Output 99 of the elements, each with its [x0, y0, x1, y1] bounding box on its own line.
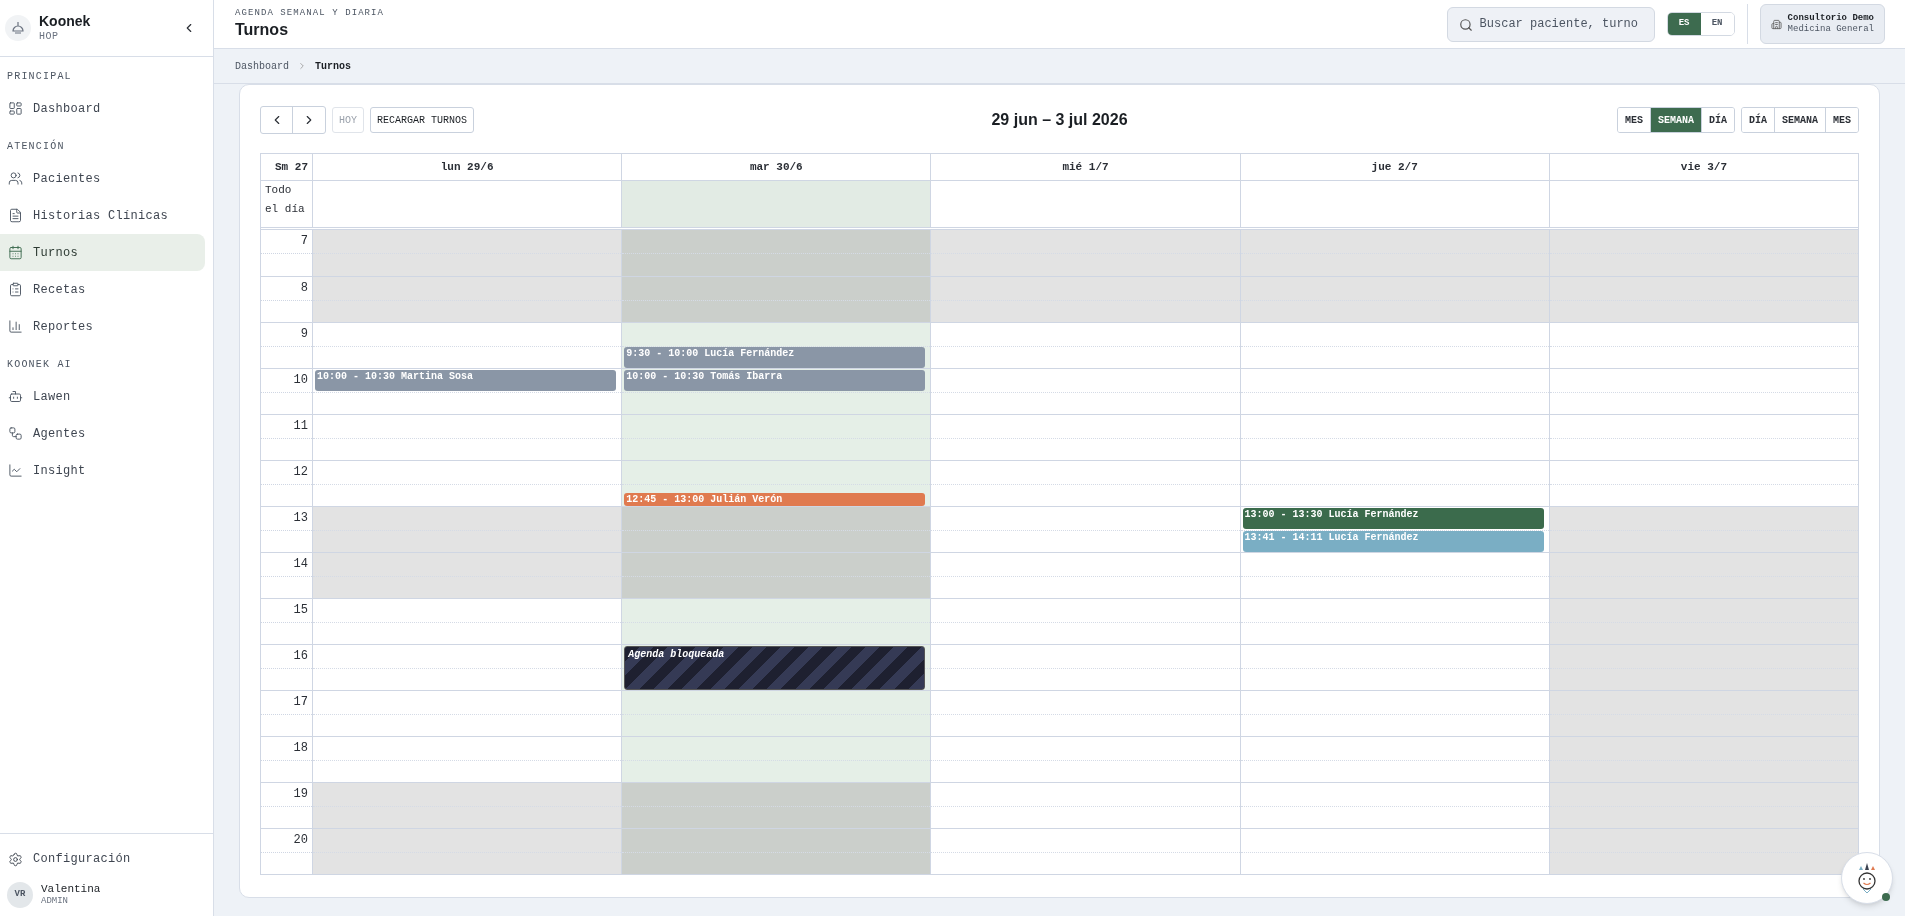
nav-item[interactable]: Insight	[0, 452, 205, 489]
all-day-label: Todo el día	[264, 183, 306, 217]
time-slot[interactable]	[313, 276, 622, 322]
time-slot[interactable]	[622, 230, 931, 276]
view-tab[interactable]: SEMANA	[1649, 108, 1701, 132]
hour-label: 10	[293, 372, 308, 389]
robot-icon	[8, 389, 23, 404]
week-number: Sm 27	[274, 159, 309, 175]
time-slot[interactable]	[622, 414, 931, 460]
users-icon	[8, 171, 23, 186]
user-avatar: VR	[7, 882, 33, 908]
time-slot[interactable]	[1549, 644, 1858, 690]
breadcrumb-item: Turnos	[315, 59, 352, 74]
grid-icon	[8, 101, 23, 116]
day-header: mar 30/6	[621, 154, 931, 180]
time-slot[interactable]	[622, 782, 931, 828]
hour-label: 17	[293, 694, 308, 711]
day-header: jue 2/7	[1239, 154, 1549, 180]
time-slot[interactable]	[622, 506, 931, 552]
time-slot[interactable]	[1549, 598, 1858, 644]
page-title: Turnos	[235, 19, 290, 40]
clinic-selector[interactable]: Consultorio Demo Medicina General	[1759, 4, 1885, 44]
time-slot[interactable]	[313, 782, 622, 828]
nav-item[interactable]: Reportes	[0, 308, 205, 345]
hour-label: 7	[300, 233, 308, 250]
hour-label: 15	[293, 602, 308, 619]
hour-label: 9	[300, 326, 308, 343]
settings-icon	[8, 851, 23, 867]
time-slot[interactable]	[1549, 552, 1858, 598]
line-chart-icon	[8, 463, 23, 478]
time-slot[interactable]	[313, 552, 622, 598]
hour-label: 16	[293, 648, 308, 665]
time-slot[interactable]	[1240, 276, 1549, 322]
appointment-event[interactable]: 13:00 - 13:30 Lucía Fernández	[1242, 508, 1544, 529]
nav-item[interactable]: Dashboard	[0, 90, 205, 127]
clinic-name: Consultorio Demo	[1787, 12, 1874, 24]
nav-item[interactable]: Pacientes	[0, 160, 205, 197]
nav-item[interactable]: Turnos	[0, 234, 205, 271]
time-slot[interactable]	[622, 598, 931, 644]
time-slot[interactable]	[313, 828, 622, 874]
logo-icon	[5, 15, 31, 41]
time-slot[interactable]	[1549, 736, 1858, 782]
time-slot[interactable]	[931, 230, 1240, 276]
time-slot[interactable]	[1549, 782, 1858, 828]
time-slot[interactable]	[622, 736, 931, 782]
time-slot[interactable]: 13:00 - 13:30 Lucía Fernández 13:41 - 14:11 Lucía Fernández	[1240, 506, 1549, 552]
hour-label: 18	[293, 740, 308, 757]
calendar-icon	[8, 245, 23, 260]
settings-link[interactable]: Configuración	[0, 844, 139, 874]
clipboard-icon	[8, 282, 23, 297]
bar-chart-icon	[8, 319, 23, 334]
view-tab[interactable]: MES	[1825, 108, 1858, 132]
time-slot[interactable]	[1549, 506, 1858, 552]
time-slot[interactable]	[1240, 230, 1549, 276]
building-icon	[1770, 18, 1782, 30]
day-header: lun 29/6	[312, 154, 622, 180]
brand-subtitle: HOP	[39, 30, 60, 43]
time-slot[interactable]	[622, 552, 931, 598]
hour-label: 14	[293, 556, 308, 573]
nav-item[interactable]: Agentes	[0, 415, 205, 452]
user-name: Valentina	[41, 882, 101, 897]
time-slot[interactable]	[622, 828, 931, 874]
hour-label: 11	[293, 418, 308, 435]
clinic-specialty: Medicina General	[1787, 24, 1874, 36]
search-field[interactable]: Buscar paciente, turno	[1446, 6, 1655, 42]
breadcrumb-item[interactable]: Dashboard	[235, 58, 289, 74]
time-slot[interactable]	[1549, 230, 1858, 276]
hour-label: 12	[293, 464, 308, 481]
brand-name: Koonek	[39, 13, 91, 31]
view-tab[interactable]: DÍA	[1700, 108, 1734, 132]
chevron-right-icon	[297, 61, 307, 71]
time-slot[interactable]	[313, 506, 622, 552]
hour-label: 8	[300, 280, 308, 297]
section-heading: KOONEK AI	[6, 358, 73, 372]
day-header: mié 1/7	[930, 154, 1240, 180]
hour-label: 20	[293, 832, 308, 849]
section-heading: PRINCIPAL	[6, 70, 73, 84]
nodes-icon	[8, 426, 23, 441]
time-slot[interactable]	[622, 690, 931, 736]
document-icon	[8, 208, 23, 223]
time-slot[interactable]	[931, 276, 1240, 322]
date-range: 29 jun – 3 jul 2026	[991, 110, 1128, 130]
time-slot[interactable]	[1549, 690, 1858, 736]
hour-label: 13	[293, 510, 308, 527]
nav-item[interactable]: Historias Clínicas	[0, 197, 205, 234]
time-slot[interactable]	[1549, 276, 1858, 322]
assistant-button[interactable]	[1841, 852, 1893, 904]
reload-button[interactable]: RECARGAR TURNOS	[370, 107, 475, 133]
hour-label: 19	[293, 786, 308, 803]
nav-item[interactable]: Recetas	[0, 271, 205, 308]
time-slot[interactable]	[622, 276, 931, 322]
page-eyebrow: AGENDA SEMANAL Y DIARIA	[235, 8, 385, 20]
search-icon	[1458, 17, 1473, 32]
nav-item[interactable]: Lawen	[0, 378, 205, 415]
section-heading: ATENCIÓN	[6, 139, 66, 154]
time-slot[interactable]	[313, 230, 622, 276]
user-role: ADMIN	[41, 896, 69, 908]
language-toggle[interactable]: ES	[1667, 13, 1701, 35]
day-header: vie 3/7	[1548, 154, 1858, 180]
